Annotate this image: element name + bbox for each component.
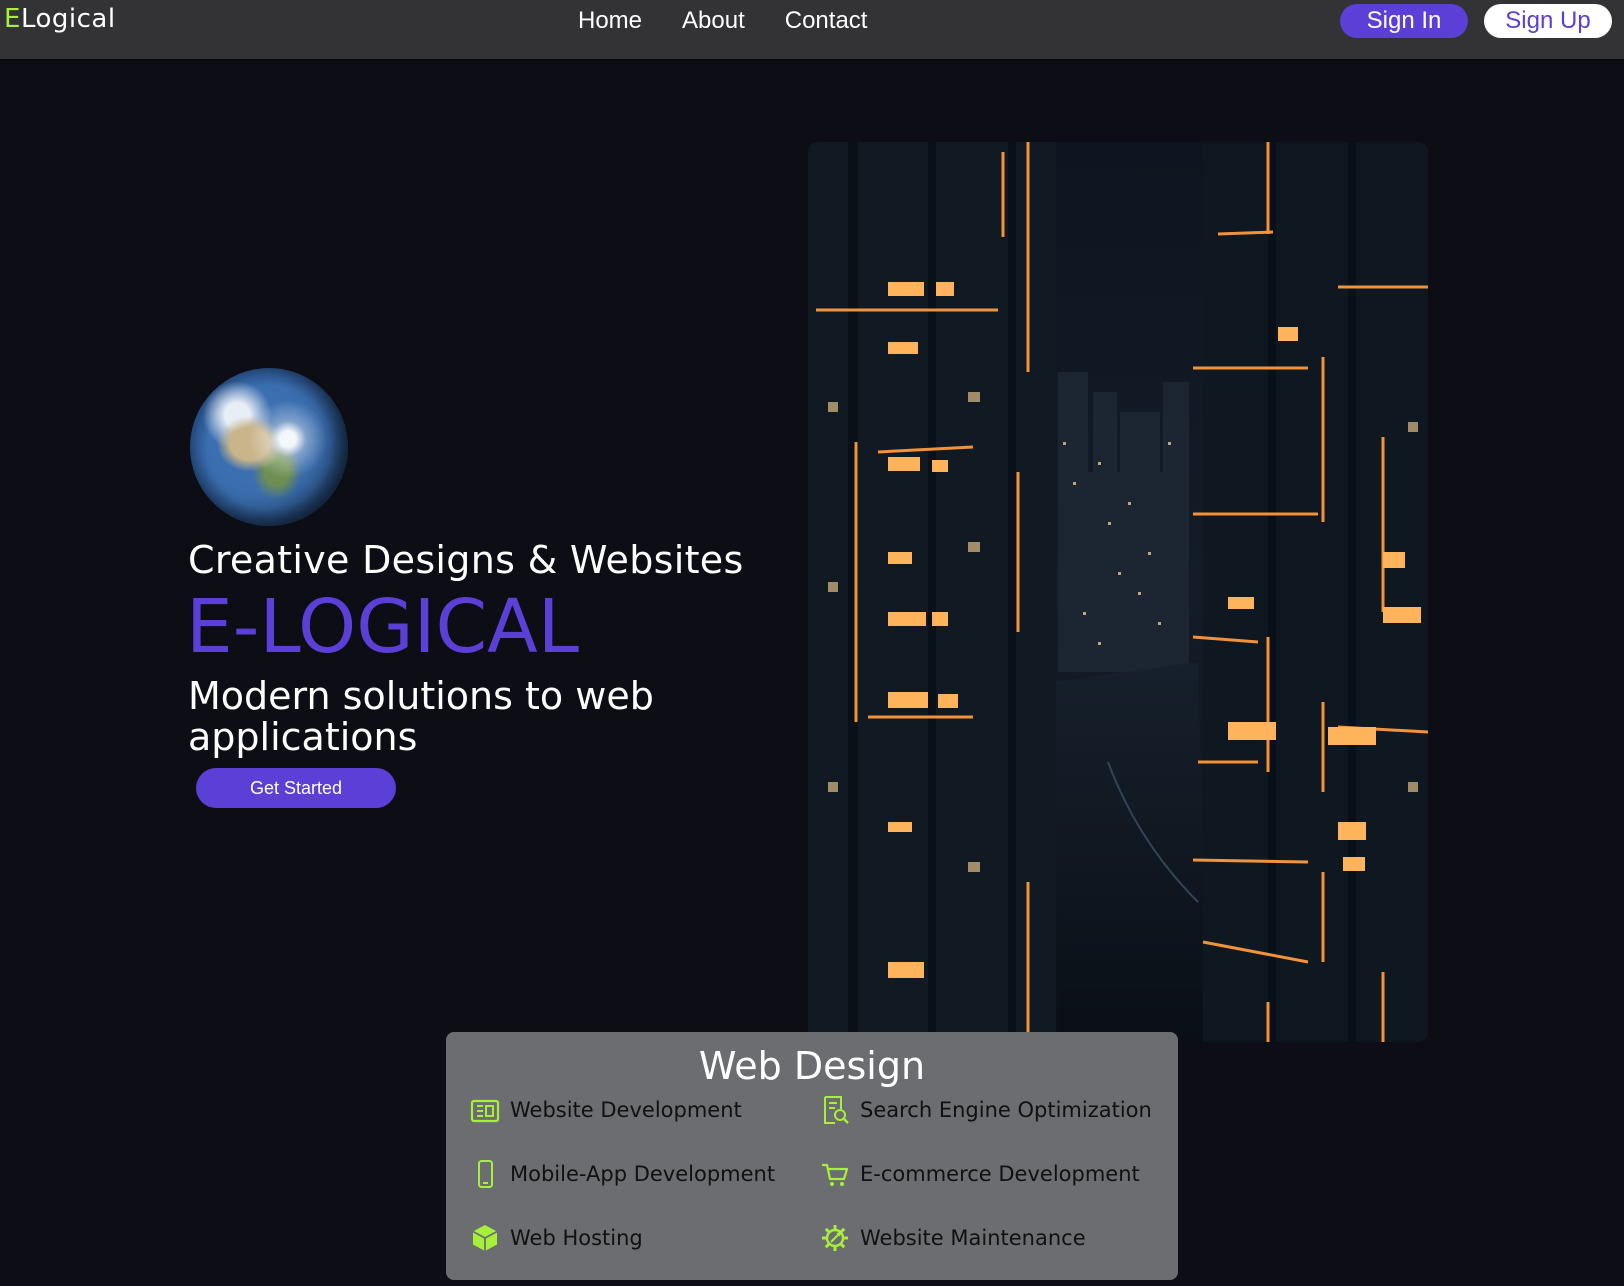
service-web-hosting[interactable]: Web Hosting (470, 1223, 643, 1253)
service-ecommerce-development[interactable]: E-commerce Development (820, 1159, 1140, 1189)
logo-accent: E (4, 4, 21, 34)
service-website-maintenance[interactable]: Website Maintenance (820, 1223, 1086, 1253)
hosting-cube-icon (472, 1225, 498, 1251)
nav-links: Home About Contact (578, 7, 867, 35)
seo-icon (824, 1096, 849, 1124)
maintenance-gear-icon (822, 1225, 848, 1251)
hero-brand-title: E-LOGICAL (186, 584, 579, 670)
logo-text: Logical (20, 4, 116, 34)
nav-link-contact[interactable]: Contact (785, 7, 868, 35)
get-started-button[interactable]: Get Started (196, 768, 396, 808)
service-label: E-commerce Development (860, 1162, 1140, 1186)
service-mobile-app-development[interactable]: Mobile-App Development (470, 1159, 775, 1189)
cart-icon (822, 1163, 849, 1186)
mobile-icon (478, 1160, 493, 1188)
services-title: Web Design (698, 1044, 926, 1088)
sign-in-button[interactable]: Sign In (1340, 4, 1468, 38)
service-label: Search Engine Optimization (860, 1098, 1152, 1122)
service-label: Mobile-App Development (510, 1162, 776, 1186)
service-label: Website Development (510, 1098, 742, 1122)
website-icon (470, 1099, 500, 1123)
navbar: ELogical Home About Contact Sign In Sign… (0, 0, 1624, 60)
nav-link-about[interactable]: About (682, 7, 745, 35)
service-label: Website Maintenance (860, 1226, 1086, 1250)
sign-up-button[interactable]: Sign Up (1484, 4, 1612, 38)
logo[interactable]: ELogical (4, 4, 116, 34)
hero-tagline: Creative Designs & Websites (188, 538, 744, 582)
service-website-development[interactable]: Website Development (470, 1095, 742, 1125)
services-card: Web Design Website Development Search En… (446, 1032, 1178, 1280)
city-night-image (808, 142, 1428, 1042)
hero-subtitle: Modern solutions to web applications (188, 674, 654, 759)
nav-link-home[interactable]: Home (578, 7, 642, 35)
service-seo[interactable]: Search Engine Optimization (820, 1095, 1152, 1125)
earth-globe-image (190, 368, 348, 526)
service-label: Web Hosting (510, 1226, 643, 1250)
